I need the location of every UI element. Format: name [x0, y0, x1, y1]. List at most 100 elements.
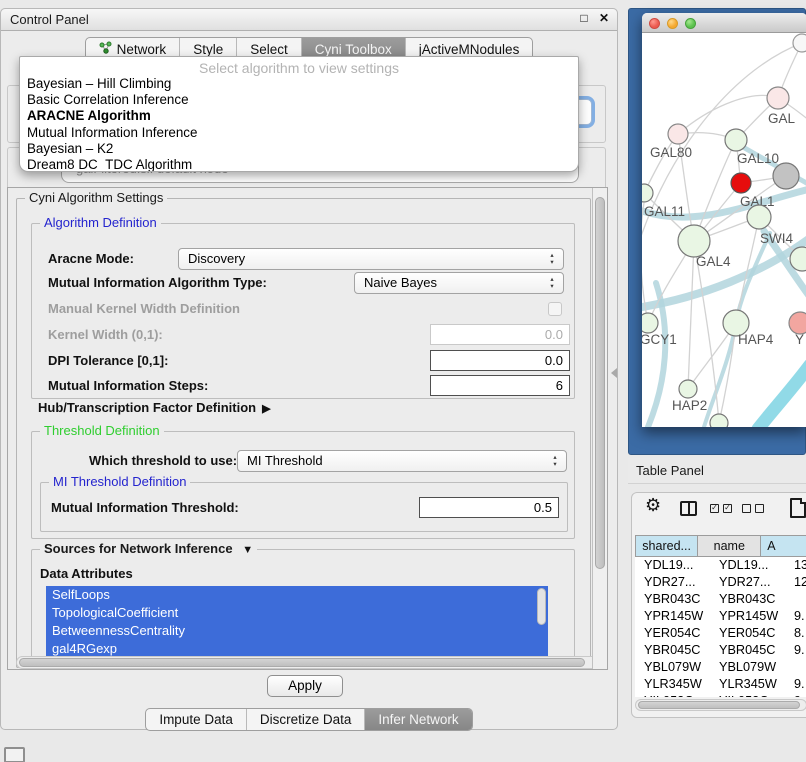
table-cell[interactable]: YER054C [713, 625, 791, 642]
dropdown-option-aracne[interactable]: ARACNE Algorithm [20, 108, 578, 124]
table-row[interactable]: YBL079WYBL079W [635, 659, 806, 676]
vertical-scrollbar[interactable] [592, 188, 607, 669]
table-cell[interactable] [791, 591, 806, 608]
table-horizontal-scrollbar[interactable] [635, 699, 806, 711]
table-cell[interactable]: YLR345W [635, 676, 713, 693]
table-cell[interactable]: YBR043C [635, 591, 713, 608]
table-row[interactable]: YER054CYER054C8. [635, 625, 806, 642]
table-cell[interactable]: YIL052C [635, 693, 713, 697]
list-item[interactable]: TopologicalCoefficient [46, 604, 548, 622]
column-header-partial[interactable]: A [761, 535, 806, 557]
minimize-light-icon[interactable] [667, 18, 678, 29]
floating-panel-icon[interactable] [4, 747, 25, 762]
network-node-gal[interactable] [767, 87, 789, 109]
table-cell[interactable]: 9. [791, 608, 806, 625]
table-cell[interactable]: 8. [791, 625, 806, 642]
table-cell[interactable]: YDL19... [635, 557, 713, 574]
mi-steps-field[interactable]: 6 [430, 375, 570, 396]
table-row[interactable]: YBR045CYBR045C9. [635, 642, 806, 659]
table-row[interactable]: YLR345WYLR345W9. [635, 676, 806, 693]
dropdown-option-mutual-information[interactable]: Mutual Information Inference [20, 125, 578, 141]
manual-kernel-checkbox[interactable] [548, 302, 562, 316]
select-all-icon[interactable]: ✓✓ [710, 504, 732, 513]
table-cell[interactable]: YPR145W [635, 608, 713, 625]
dpi-tolerance-field[interactable]: 0.0 [430, 350, 570, 371]
network-window[interactable]: GALGAL80GAL10GAL1GAL11SWI4GAL4GCY1HAP4YH… [642, 13, 806, 427]
splitter-collapse-icon[interactable] [611, 368, 617, 378]
network-node[interactable] [793, 34, 806, 52]
table-cell[interactable]: 9. [791, 642, 806, 659]
horizontal-scrollbar[interactable] [16, 656, 599, 669]
table-cell[interactable]: YBR045C [635, 642, 713, 659]
network-node-gal4[interactable] [678, 225, 710, 257]
mi-algorithm-type-combo[interactable]: Naive Bayes ▴▾ [354, 272, 564, 294]
table-cell[interactable]: YLR345W [713, 676, 791, 693]
list-scrollbar[interactable] [536, 587, 547, 658]
network-node-gal11[interactable] [642, 184, 653, 202]
table-cell[interactable]: YBR043C [713, 591, 791, 608]
table-cell[interactable]: 13 [791, 557, 806, 574]
close-light-icon[interactable] [649, 18, 660, 29]
table-cell[interactable]: YBL079W [713, 659, 791, 676]
table-cell[interactable]: YBR045C [713, 642, 791, 659]
table-cell[interactable]: 9. [791, 676, 806, 693]
dropdown-option-basic-correlation[interactable]: Basic Correlation Inference [20, 92, 578, 108]
table-cell[interactable] [791, 659, 806, 676]
apply-button[interactable]: Apply [267, 675, 343, 697]
network-window-titlebar[interactable] [642, 13, 806, 33]
network-canvas[interactable]: GALGAL80GAL10GAL1GAL11SWI4GAL4GCY1HAP4YH… [642, 33, 806, 427]
dropdown-option-bayesian-hill-climbing[interactable]: Bayesian – Hill Climbing [20, 76, 578, 92]
tab-infer-network[interactable]: Infer Network [364, 709, 471, 730]
zoom-light-icon[interactable] [685, 18, 696, 29]
tab-impute-data[interactable]: Impute Data [146, 709, 246, 730]
network-node-gal80[interactable] [668, 124, 688, 144]
mi-steps-label: Mutual Information Steps: [48, 375, 208, 397]
table-row[interactable]: YDR27...YDR27...12 [635, 574, 806, 591]
network-node[interactable] [710, 414, 728, 427]
close-icon[interactable]: ✕ [599, 11, 609, 25]
mi-threshold-field[interactable]: 0.5 [419, 497, 559, 518]
table-row[interactable]: YIL052CYIL052C9. [635, 693, 806, 697]
list-item[interactable]: BetweennessCentrality [46, 622, 548, 640]
network-node-gcy1[interactable] [642, 313, 658, 333]
network-node-swi4[interactable] [747, 205, 771, 229]
gear-icon[interactable]: ⚙ [645, 495, 661, 516]
float-window-icon[interactable]: □ [580, 11, 587, 25]
column-header-shared-name[interactable]: shared... [635, 535, 698, 557]
tab-discretize-data[interactable]: Discretize Data [246, 709, 365, 730]
kernel-width-field[interactable]: 0.0 [430, 324, 570, 345]
table-cell[interactable]: YDR27... [635, 574, 713, 591]
list-item[interactable]: SelfLoops [46, 586, 548, 604]
dropdown-option-dream8[interactable]: Dream8 DC_TDC Algorithm [20, 157, 578, 172]
table-row[interactable]: YDL19...YDL19...13 [635, 557, 806, 574]
aracne-mode-combo[interactable]: Discovery ▴▾ [178, 248, 564, 270]
column-header-name[interactable]: name [698, 535, 761, 557]
table-cell[interactable]: YPR145W [713, 608, 791, 625]
which-threshold-combo[interactable]: MI Threshold ▴▾ [237, 450, 567, 472]
scrollbar-thumb[interactable] [19, 658, 585, 667]
collapse-triangle-icon[interactable]: ▼ [242, 544, 253, 556]
table-row[interactable]: YBR043CYBR043C [635, 591, 806, 608]
table-row[interactable]: YPR145WYPR145W9. [635, 608, 806, 625]
data-attributes-list[interactable]: SelfLoops TopologicalCoefficient Between… [46, 586, 548, 660]
table-cell[interactable]: 9. [791, 693, 806, 697]
network-node-gal10[interactable] [725, 129, 747, 151]
network-node[interactable] [773, 163, 799, 189]
network-node-y[interactable] [789, 312, 806, 334]
network-node-gal1[interactable] [731, 173, 751, 193]
dropdown-option-bayesian-k2[interactable]: Bayesian – K2 [20, 141, 578, 157]
split-view-icon[interactable] [680, 501, 697, 516]
deselect-all-icon[interactable] [742, 504, 764, 513]
table-cell[interactable]: YDR27... [713, 574, 791, 591]
scrollbar-thumb[interactable] [595, 197, 605, 569]
table-cell[interactable]: YIL052C [713, 693, 791, 697]
table-cell[interactable]: YBL079W [635, 659, 713, 676]
network-node-hap2[interactable] [679, 380, 697, 398]
table-cell[interactable]: YDL19... [713, 557, 791, 574]
scrollbar-thumb[interactable] [638, 701, 800, 709]
table-cell[interactable]: YER054C [635, 625, 713, 642]
control-panel-titlebar[interactable]: Control Panel □ ✕ [1, 9, 617, 31]
table-cell[interactable]: 12 [791, 574, 806, 591]
hub-definition-expander[interactable]: Hub/Transcription Factor Definition▶ [38, 400, 271, 420]
document-icon[interactable] [790, 498, 806, 518]
